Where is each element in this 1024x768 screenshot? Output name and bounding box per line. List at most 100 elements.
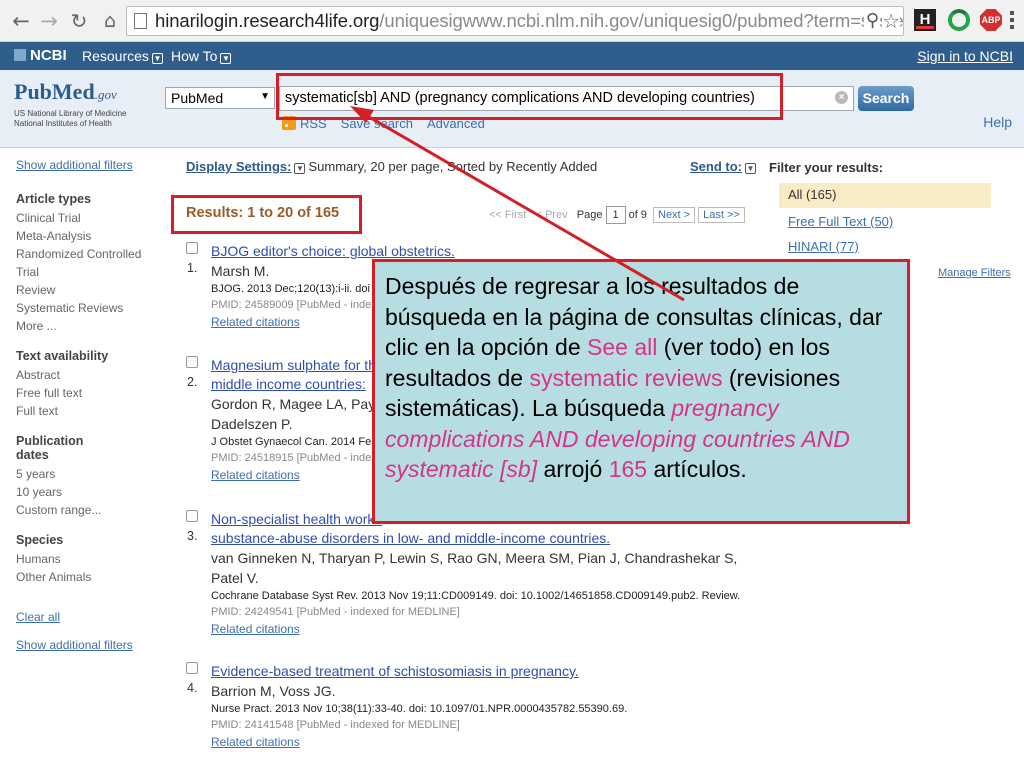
bookmark-star-icon[interactable]: ☆ <box>882 9 900 33</box>
filter-clinical-trial[interactable]: Clinical Trial <box>16 209 166 227</box>
pub-dates-heading: Publication dates <box>16 434 166 462</box>
display-settings-label: Display Settings: <box>186 159 292 174</box>
adblock-plus-icon[interactable]: ABP <box>980 9 1002 31</box>
result-authors-line2: Patel V. <box>211 570 259 586</box>
database-value: PubMed <box>171 90 224 106</box>
forward-arrow-icon[interactable]: → <box>36 8 62 34</box>
filter-more[interactable]: More ... <box>16 317 166 335</box>
resources-menu[interactable]: Resources ▼ <box>82 48 163 64</box>
filter-free-full-text-link[interactable]: Free Full Text (50) <box>788 214 893 229</box>
result-number: 2. <box>187 375 198 389</box>
clear-all-link[interactable]: Clear all <box>16 610 166 624</box>
clear-search-icon[interactable]: × <box>835 91 848 104</box>
result-authors: Barrion M, Voss JG. <box>211 683 336 699</box>
database-select[interactable]: PubMed ▼ <box>165 87 275 109</box>
help-link[interactable]: Help <box>983 114 1012 130</box>
ncbi-logo-text: NCBI <box>30 47 67 64</box>
chevron-down-icon: ▼ <box>745 163 756 174</box>
result-title-link[interactable]: Evidence-based treatment of schistosomia… <box>211 662 766 681</box>
filter-meta-analysis[interactable]: Meta-Analysis <box>16 227 166 245</box>
how-to-label: How To <box>171 48 218 64</box>
chevron-down-icon: ▼ <box>294 163 306 174</box>
page-icon <box>134 13 147 29</box>
filter-10-years[interactable]: 10 years <box>16 483 166 501</box>
sign-in-link[interactable]: Sign in to NCBI <box>917 48 1013 64</box>
filter-rct[interactable]: Randomized Controlled Trial <box>16 245 166 281</box>
logo-med: Med <box>51 79 95 104</box>
pubmed-logo[interactable]: PubMed.gov <box>14 79 117 105</box>
ncbi-logo-icon <box>14 49 26 61</box>
manage-filters-link[interactable]: Manage Filters <box>938 267 1011 279</box>
result-number: 3. <box>187 529 198 543</box>
resources-label: Resources <box>82 48 149 64</box>
filter-systematic-reviews[interactable]: Systematic Reviews <box>16 299 166 317</box>
url-path: /uniquesigwww.ncbi.nlm.nih.gov/uniquesig… <box>379 10 904 31</box>
result-pmid: PMID: 24141548 [PubMed - indexed for MED… <box>211 719 460 731</box>
logo-sub-line2: National Institutes of Health <box>14 119 112 128</box>
filter-other-animals[interactable]: Other Animals <box>16 568 166 586</box>
logo-sub-line1: US National Library of Medicine <box>14 109 127 118</box>
result-authors: van Ginneken N, Tharyan P, Lewin S, Rao … <box>211 550 738 566</box>
prev-page-link[interactable]: < Prev <box>535 209 567 221</box>
display-settings[interactable]: Display Settings: ▼ Summary, 20 per page, … <box>186 159 597 174</box>
display-settings-value: Summary, 20 per page, Sorted by Recently… <box>308 159 598 174</box>
results-highlight-box <box>171 195 362 234</box>
home-icon[interactable]: ⌂ <box>97 8 123 34</box>
filter-all[interactable]: All (165) <box>779 183 991 208</box>
filter-sidebar: Show additional filters Article types Cl… <box>16 158 166 652</box>
result-checkbox[interactable] <box>186 510 198 522</box>
article-types-heading: Article types <box>16 192 92 206</box>
filter-free-full-text[interactable]: Free full text <box>16 384 166 402</box>
result-journal: Cochrane Database Syst Rev. 2013 Nov 19;… <box>211 590 741 602</box>
filter-abstract[interactable]: Abstract <box>16 366 166 384</box>
first-page-link[interactable]: << First <box>489 209 526 221</box>
filter-custom-range[interactable]: Custom range... <box>16 501 166 519</box>
next-page-button[interactable]: Next > <box>653 207 696 223</box>
filter-hinari-link[interactable]: HINARI (77) <box>788 239 859 254</box>
browser-menu-icon[interactable] <box>1010 11 1014 29</box>
browser-toolbar: ← → ↻ ⌂ hinarilogin.research4life.org/un… <box>0 0 1024 42</box>
filter-full-text[interactable]: Full text <box>16 402 166 420</box>
result-pmid: PMID: 24249541 [PubMed - indexed for MED… <box>211 606 460 618</box>
last-page-button[interactable]: Last >> <box>698 207 745 223</box>
pub-dates-heading-l2: dates <box>16 448 49 462</box>
filter-results-title: Filter your results: <box>769 160 884 175</box>
result-checkbox[interactable] <box>186 662 198 674</box>
search-highlight-box <box>276 73 783 120</box>
url-text: hinarilogin.research4life.org/uniquesigw… <box>155 10 904 32</box>
result-checkbox[interactable] <box>186 242 198 254</box>
send-to-menu[interactable]: Send to: ▼ <box>690 159 759 174</box>
filter-review[interactable]: Review <box>16 281 166 299</box>
result-number: 4. <box>187 681 198 695</box>
url-host: hinarilogin.research4life.org <box>155 10 380 31</box>
result-number: 1. <box>187 261 198 275</box>
result-journal: Nurse Pract. 2013 Nov 10;38(11):33-40. d… <box>211 703 628 715</box>
logo-subtitle: US National Library of Medicine National … <box>14 109 144 129</box>
dropdown-arrow-icon: ▼ <box>260 91 270 102</box>
page-of: of 9 <box>628 209 647 221</box>
address-bar[interactable]: hinarilogin.research4life.org/uniquesigw… <box>126 6 904 36</box>
related-citations-link[interactable]: Related citations <box>211 621 766 637</box>
species-heading: Species <box>16 533 64 547</box>
reload-icon[interactable]: ↻ <box>66 8 92 34</box>
show-additional-filters-bottom[interactable]: Show additional filters <box>16 638 166 652</box>
send-to-label: Send to: <box>690 159 742 174</box>
chevron-down-icon: ▼ <box>220 53 232 64</box>
ncbi-logo[interactable]: NCBI <box>14 47 67 64</box>
logo-gov: .gov <box>94 87 117 102</box>
result-title-link-line2[interactable]: substance-abuse disorders in low- and mi… <box>211 529 766 548</box>
filter-humans[interactable]: Humans <box>16 550 166 568</box>
how-to-menu[interactable]: How To ▼ <box>171 48 232 64</box>
show-additional-filters-top[interactable]: Show additional filters <box>16 158 166 172</box>
pub-dates-heading-l1: Publication <box>16 434 84 448</box>
h-extension-icon[interactable]: H <box>914 9 936 31</box>
search-button[interactable]: Search <box>858 86 914 111</box>
zoom-icon[interactable]: ⚲ <box>863 10 879 31</box>
chevron-down-icon: ▼ <box>151 53 163 64</box>
back-arrow-icon[interactable]: ← <box>8 8 34 34</box>
filter-5-years[interactable]: 5 years <box>16 465 166 483</box>
related-citations-link[interactable]: Related citations <box>211 734 766 750</box>
green-extension-icon[interactable] <box>948 9 970 31</box>
result-checkbox[interactable] <box>186 356 198 368</box>
page-number-input[interactable]: 1 <box>605 206 626 224</box>
